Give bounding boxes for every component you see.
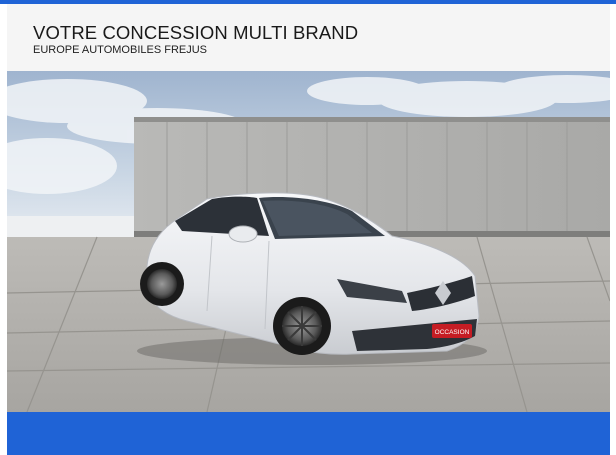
dealer-subtitle: EUROPE AUTOMOBILES FREJUS: [33, 44, 208, 56]
dealer-header: VOTRE CONCESSION MULTI BRAND EUROPE AUTO…: [7, 4, 610, 71]
vehicle-photo: OCCASION: [7, 71, 610, 412]
occasion-badge: OCCASION: [435, 329, 470, 336]
bottom-blue-bar: [7, 412, 610, 455]
dealer-title: VOTRE CONCESSION MULTI BRAND: [33, 22, 359, 43]
